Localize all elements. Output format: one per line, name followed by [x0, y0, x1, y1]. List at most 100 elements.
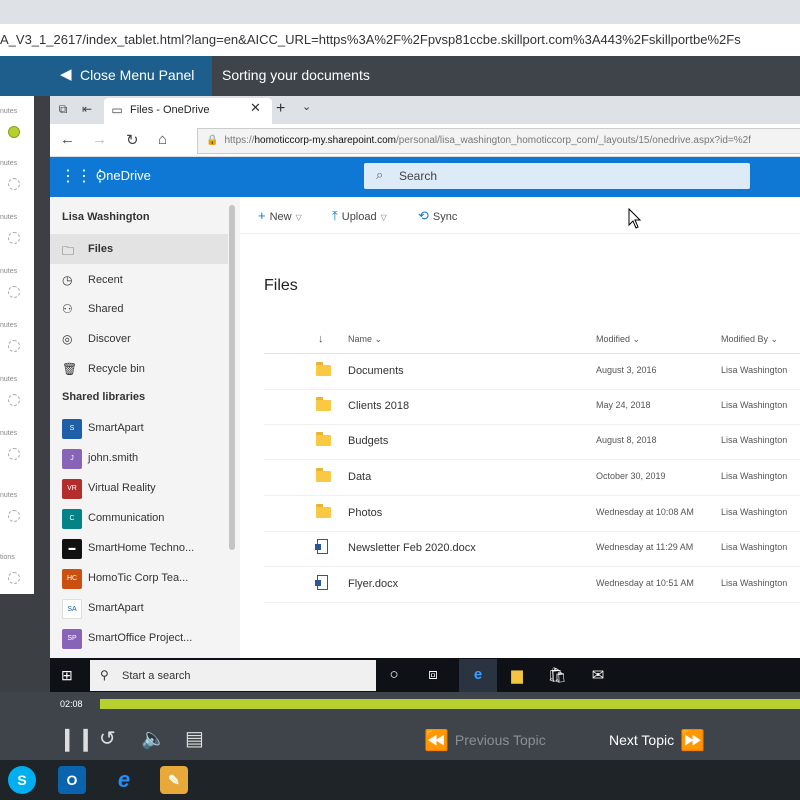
replay-10-icon[interactable]: ↺: [99, 726, 116, 751]
topic-duration-label: nutes: [0, 108, 18, 115]
cortana-icon[interactable]: ○: [383, 666, 405, 683]
previous-topic-button[interactable]: ⏪ Previous Topic: [424, 728, 546, 753]
nav-item-shared[interactable]: ⚇ Shared: [50, 294, 228, 324]
new-label: New: [269, 211, 292, 223]
library-item[interactable]: J john.smith: [50, 443, 228, 473]
topic-incomplete-icon[interactable]: [8, 178, 20, 190]
file-name[interactable]: Data: [348, 471, 371, 483]
upload-label: Upload: [341, 211, 377, 223]
table-row[interactable]: Photos Wednesday at 10:08 AM Lisa Washin…: [264, 496, 800, 532]
nav-item-recent[interactable]: ◷ Recent: [50, 265, 228, 295]
inner-address-bar[interactable]: 🔒 https://homoticcorp-my.sharepoint.com/p…: [197, 128, 800, 154]
library-item[interactable]: C Communication: [50, 503, 228, 533]
edge-browser-icon[interactable]: e: [467, 666, 489, 683]
task-view-icon[interactable]: ⧈: [422, 666, 444, 683]
outlook-icon[interactable]: O: [58, 766, 86, 794]
topic-incomplete-icon[interactable]: [8, 572, 20, 584]
back-icon[interactable]: ←: [60, 131, 75, 148]
nav-item-recycle-bin[interactable]: 🗑 Recycle bin: [50, 354, 228, 384]
table-row[interactable]: Clients 2018 May 24, 2018 Lisa Washingto…: [264, 389, 800, 425]
search-icon: ⌕: [376, 167, 384, 182]
library-item[interactable]: VR Virtual Reality: [50, 473, 228, 503]
file-modified: Wednesday at 11:29 AM: [596, 542, 694, 552]
refresh-icon[interactable]: ↻: [126, 131, 139, 149]
file-name[interactable]: Budgets: [348, 435, 388, 447]
new-button[interactable]: + New ▽: [258, 208, 302, 223]
file-modified: Wednesday at 10:51 AM: [596, 578, 694, 588]
mouse-cursor-icon: [628, 208, 642, 229]
column-header-modified-by[interactable]: Modified By ⌄: [721, 334, 778, 345]
table-row[interactable]: Newsletter Feb 2020.docx Wednesday at 11…: [264, 531, 800, 567]
new-tab-icon[interactable]: +: [276, 100, 285, 118]
nav-item-files[interactable]: 🗀 Files: [50, 234, 228, 264]
close-tab-icon[interactable]: ✕: [250, 100, 261, 116]
library-item[interactable]: HC HomoTic Corp Tea...: [50, 563, 228, 593]
sync-button[interactable]: ⟲ Sync: [418, 208, 457, 224]
mail-icon[interactable]: ✉: [587, 666, 609, 684]
file-name[interactable]: Flyer.docx: [348, 578, 398, 590]
library-item[interactable]: SP SmartOffice Project...: [50, 623, 228, 653]
file-explorer-icon[interactable]: ▆: [506, 666, 528, 684]
windows-start-icon[interactable]: ⊞: [61, 667, 73, 684]
tab-back-icon[interactable]: ⇤: [80, 102, 94, 116]
library-badge: S: [62, 419, 82, 439]
file-name[interactable]: Clients 2018: [348, 400, 409, 412]
outer-address-bar[interactable]: A_V3_1_2617/index_tablet.html?lang=en&AI…: [0, 24, 800, 57]
nav-item-discover[interactable]: ◎ Discover: [50, 324, 228, 354]
upload-button[interactable]: ⤒ Upload ▽: [332, 208, 387, 224]
lock-icon: 🔒: [206, 135, 219, 146]
table-row[interactable]: Documents August 3, 2016 Lisa Washington: [264, 354, 800, 390]
file-name[interactable]: Documents: [348, 365, 404, 377]
column-header-name[interactable]: Name ⌄: [348, 334, 382, 345]
topic-incomplete-icon[interactable]: [8, 448, 20, 460]
column-header-modified[interactable]: Modified ⌄: [596, 334, 640, 345]
transcript-icon[interactable]: ▤: [185, 726, 204, 751]
column-modified-by-label: Modified By: [721, 334, 769, 344]
folder-icon: [316, 362, 331, 376]
pause-icon[interactable]: ❙❙: [58, 726, 95, 752]
volume-icon[interactable]: 🔈: [141, 726, 166, 751]
home-icon[interactable]: ⌂: [158, 131, 167, 148]
internet-explorer-icon[interactable]: e: [110, 766, 138, 794]
library-badge: C: [62, 509, 82, 529]
close-menu-panel-button[interactable]: ◀ Close Menu Panel: [0, 56, 212, 96]
store-icon[interactable]: 🛍: [546, 666, 568, 684]
nav-scrollbar[interactable]: [229, 205, 235, 550]
close-menu-panel-label: Close Menu Panel: [80, 67, 195, 83]
next-topic-button[interactable]: Next Topic ⏩: [609, 728, 705, 753]
paint-icon[interactable]: ✎: [160, 766, 188, 794]
chevron-down-icon[interactable]: ⌄: [302, 100, 311, 113]
sort-arrow-icon[interactable]: ↓: [318, 333, 324, 345]
topic-incomplete-icon[interactable]: [8, 510, 20, 522]
file-name[interactable]: Photos: [348, 507, 382, 519]
sync-label: Sync: [432, 211, 458, 223]
topic-complete-icon[interactable]: [8, 126, 20, 138]
table-row[interactable]: Budgets August 8, 2018 Lisa Washington: [264, 424, 800, 460]
library-item[interactable]: S SmartApart: [50, 413, 228, 443]
forward-icon[interactable]: →: [92, 131, 107, 148]
nav-item-label: Shared: [88, 303, 124, 315]
library-item[interactable]: ▬ SmartHome Techno...: [50, 533, 228, 563]
topic-incomplete-icon[interactable]: [8, 232, 20, 244]
skype-icon[interactable]: S: [8, 766, 36, 794]
command-bar: [240, 197, 800, 234]
file-modified: August 8, 2018: [596, 435, 657, 445]
topic-incomplete-icon[interactable]: [8, 286, 20, 298]
table-row[interactable]: Data October 30, 2019 Lisa Washington: [264, 460, 800, 496]
outer-browser-tabstrip: [0, 0, 800, 24]
file-name[interactable]: Newsletter Feb 2020.docx: [348, 542, 476, 554]
library-item[interactable]: SA SmartApart: [50, 593, 228, 623]
playback-progress-bar[interactable]: [100, 699, 800, 709]
table-row[interactable]: Flyer.docx Wednesday at 10:51 AM Lisa Wa…: [264, 567, 800, 603]
topic-duration-label: nutes: [0, 376, 18, 383]
onedrive-brand[interactable]: OneDrive: [96, 168, 151, 183]
topic-incomplete-icon[interactable]: [8, 394, 20, 406]
tab-manager-icon[interactable]: ⧉: [56, 102, 70, 116]
url-path: /personal/lisa_washington_homoticcorp_co…: [396, 135, 751, 146]
chevron-down-icon: ▽: [380, 213, 387, 222]
search-placeholder: Search: [399, 169, 438, 183]
topic-incomplete-icon[interactable]: [8, 340, 20, 352]
windows-search-placeholder: Start a search: [122, 670, 191, 682]
course-title: Sorting your documents: [222, 67, 370, 83]
nav-item-label: Recycle bin: [88, 363, 145, 375]
